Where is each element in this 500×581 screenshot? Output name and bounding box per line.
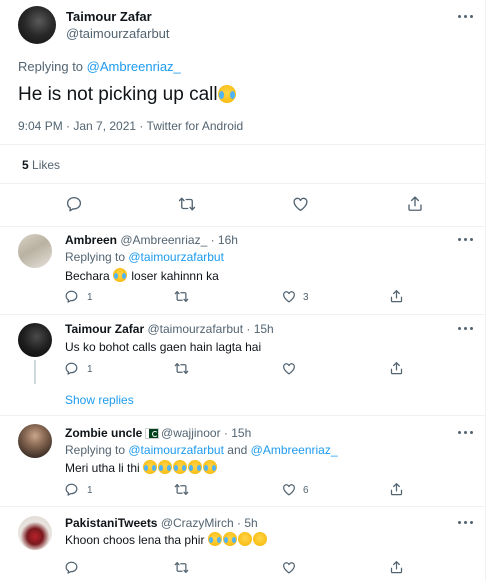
like-count: 6 [303,485,309,496]
replying-to-label: Replying to [65,443,129,457]
like-icon[interactable] [281,289,297,304]
tears-of-joy-emoji-icon [222,532,237,546]
reply-text-end: loser kahinnn ka [131,269,219,283]
reply-icon[interactable] [64,560,79,575]
retweet-icon[interactable] [177,195,197,213]
rofl-emoji-icon [173,460,188,474]
reply-text: Meri utha li thi [65,460,218,475]
replying-to-line: Replying to @taimourzafarbut and @Ambree… [65,443,338,457]
replying-to-link[interactable]: @taimourzafarbut [128,250,224,264]
share-icon[interactable] [389,481,404,497]
like-icon[interactable] [291,195,310,213]
reply-header: Zombie uncle @wajjinoor · 15h [65,426,251,440]
avatar[interactable] [18,323,52,357]
tears-of-joy-emoji-icon [158,460,173,474]
zany-face-emoji-icon [237,532,252,546]
reply-header: Ambreen @Ambreenriaz_ · 16h [65,233,238,247]
like-count: 3 [303,292,309,303]
replying-to-link-2[interactable]: @Ambreenriaz_ [251,443,338,457]
replying-to-link[interactable]: @Ambreenriaz_ [87,59,181,74]
reply-count: 1 [87,364,93,375]
divider [0,506,486,507]
share-icon[interactable] [389,288,404,304]
reply-icon[interactable] [65,195,83,213]
retweet-icon[interactable] [173,482,190,497]
reply-author-handle[interactable]: @CrazyMirch [161,516,234,530]
reply-text: Bechara loser kahinnn ka [65,268,219,283]
like-icon[interactable] [281,482,297,497]
divider [0,415,486,416]
replying-to-and: and [223,443,251,457]
share-icon[interactable] [389,559,404,575]
reply-author-name[interactable]: Taimour Zafar [65,322,144,336]
avatar[interactable] [18,6,56,44]
reply-author-handle[interactable]: @taimourzafarbut [147,322,243,336]
reply-text: Khoon choos lena tha phir [65,532,268,547]
reply-time[interactable]: · 15h [224,426,251,440]
tears-of-joy-emoji-icon [113,268,128,282]
tweet-thread: Taimour Zafar @taimourzafarbut Replying … [0,0,486,581]
tweet-text: He is not picking up call [18,84,237,106]
tears-of-joy-emoji-icon [143,460,158,474]
tweet-text-content: He is not picking up call [18,84,218,105]
zany-face-emoji-icon [252,532,267,546]
likes-label: Likes [32,158,61,172]
like-icon[interactable] [281,560,297,575]
reply-header: PakistaniTweets @CrazyMirch · 5h [65,516,258,530]
more-options-icon[interactable] [458,521,474,525]
more-options-icon[interactable] [458,238,474,242]
replying-to-line: Replying to @taimourzafarbut [65,250,224,264]
more-options-icon[interactable] [458,431,474,435]
replying-to-label: Replying to [18,59,87,74]
divider [0,314,486,315]
author-handle[interactable]: @taimourzafarbut [66,26,170,41]
reply-time[interactable]: · 16h [211,233,238,247]
share-icon[interactable] [389,360,404,376]
reply-time[interactable]: · 5h [237,516,258,530]
reply-icon[interactable] [64,361,79,376]
divider [0,183,486,184]
replying-to-label: Replying to [65,250,129,264]
share-icon[interactable] [406,194,424,213]
avatar[interactable] [18,516,52,550]
tweet-timestamp[interactable]: 9:04 PM · Jan 7, 2021 · Twitter for Andr… [18,119,243,133]
replying-to-line: Replying to @Ambreenriaz_ [18,59,181,74]
tears-of-joy-emoji-icon [207,532,222,546]
avatar[interactable] [18,234,52,268]
more-options-icon[interactable] [458,327,474,331]
tears-of-joy-emoji-icon [188,460,203,474]
replying-to-link[interactable]: @taimourzafarbut [128,443,224,457]
reply-author-handle[interactable]: @wajjinoor [161,426,221,440]
reply-time[interactable]: · 15h [246,322,273,336]
likes-count: 5 [22,158,29,172]
reply-count: 1 [87,485,93,496]
reply-author-name[interactable]: PakistaniTweets [65,516,157,530]
reply-count: 1 [87,292,93,303]
reply-author-name[interactable]: Ambreen [65,233,117,247]
reply-text-content: Khoon choos lena tha phir [65,533,205,547]
divider [0,226,486,227]
reply-header: Taimour Zafar @taimourzafarbut · 15h [65,322,274,336]
retweet-icon[interactable] [173,361,190,376]
likes-stat[interactable]: 5 Likes [22,158,60,172]
reply-icon[interactable] [64,289,79,304]
avatar[interactable] [18,424,52,458]
reply-author-name[interactable]: Zombie uncle [65,426,142,440]
retweet-icon[interactable] [173,289,190,304]
pakistan-flag-icon [144,428,159,439]
more-options-icon[interactable] [458,15,474,19]
retweet-icon[interactable] [173,560,190,575]
like-icon[interactable] [281,361,297,376]
reply-text: Us ko bohot calls gaen hain lagta hai [65,340,262,354]
reply-text-start: Bechara [65,269,110,283]
author-name[interactable]: Taimour Zafar [66,9,152,24]
show-replies-link[interactable]: Show replies [65,393,134,407]
divider [0,144,486,145]
reply-text-content: Meri utha li thi [65,461,140,475]
reply-icon[interactable] [64,482,79,497]
reply-author-handle[interactable]: @Ambreenriaz_ [120,233,207,247]
tears-of-joy-emoji-icon [217,85,236,103]
thread-connector-line [34,360,36,384]
tears-of-joy-emoji-icon [203,460,218,474]
